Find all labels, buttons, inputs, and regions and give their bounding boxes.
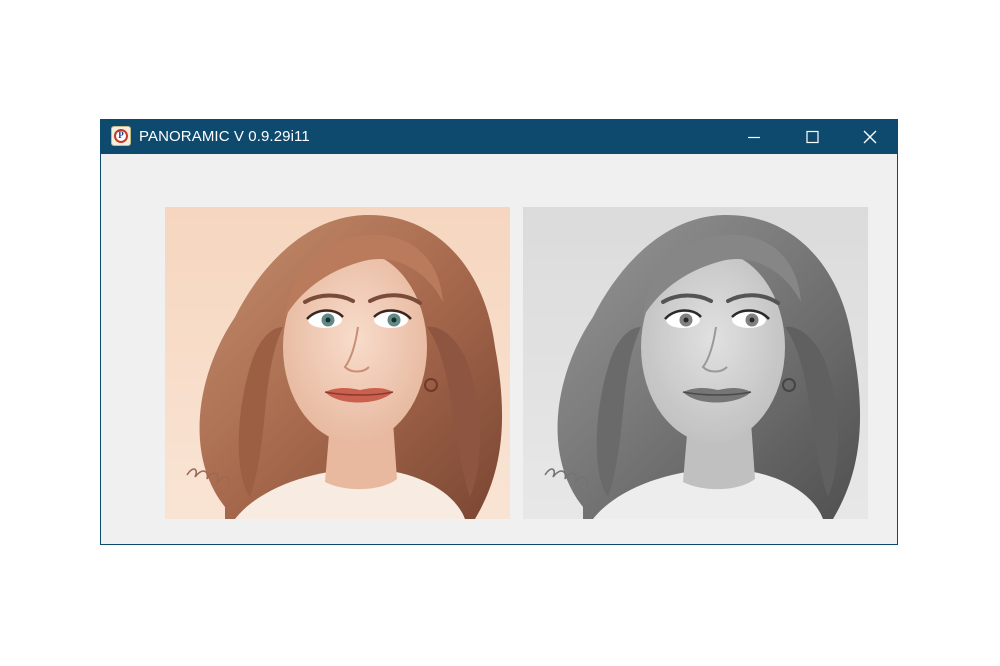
- app-icon-letter: P: [118, 130, 124, 140]
- minimize-icon: [748, 136, 760, 139]
- color-portrait-drawing: [165, 207, 510, 519]
- title-bar[interactable]: P PANORAMIC V 0.9.29i11: [101, 120, 897, 154]
- grayscale-portrait-image: [523, 207, 868, 519]
- maximize-button[interactable]: [783, 120, 841, 154]
- maximize-icon: [806, 130, 819, 144]
- app-icon[interactable]: P: [111, 126, 131, 146]
- app-window: P PANORAMIC V 0.9.29i11: [100, 119, 898, 545]
- color-portrait-image: [165, 207, 510, 519]
- minimize-button[interactable]: [725, 120, 783, 154]
- close-icon: [863, 130, 877, 144]
- close-button[interactable]: [841, 120, 899, 154]
- client-area: [101, 154, 897, 544]
- window-title: PANORAMIC V 0.9.29i11: [139, 128, 310, 145]
- grayscale-portrait-drawing: [523, 207, 868, 519]
